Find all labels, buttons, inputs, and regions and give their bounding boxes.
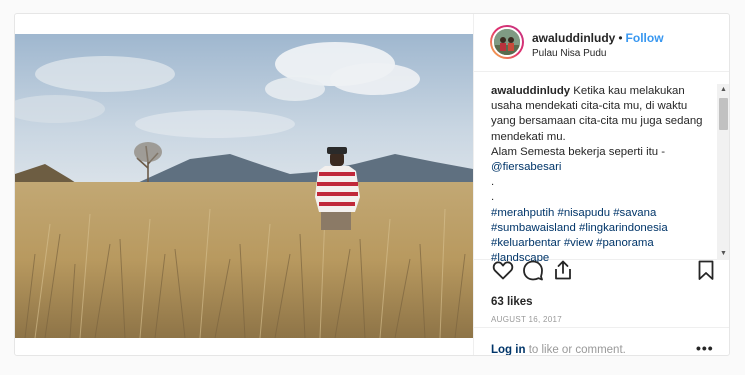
location-link[interactable]: Pulau Nisa Pudu — [532, 48, 607, 59]
post-card: awaluddinludy • Follow Pulau Nisa Pudu awa… — [14, 13, 730, 356]
login-prompt: Log in to like or comment. — [491, 344, 626, 356]
avatar[interactable] — [490, 25, 524, 59]
scrollbar-thumb[interactable] — [719, 98, 728, 130]
more-options-icon[interactable]: ••• — [696, 340, 714, 355]
post-photo[interactable] — [15, 34, 473, 338]
hashtag-line[interactable]: #sumbawaisland #lingkarindonesia — [491, 221, 716, 236]
follow-button[interactable]: Follow — [626, 31, 664, 45]
post-header: awaluddinludy • Follow Pulau Nisa Pudu — [474, 14, 729, 72]
header-user-line: awaluddinludy • Follow — [532, 31, 664, 45]
mention-link[interactable]: @fiersabesari — [491, 160, 716, 175]
likes-count[interactable]: 63 likes — [491, 296, 533, 308]
caption-line: yang bersamaan cita-cita mu juga sedang — [491, 115, 703, 128]
photo-landscape-image — [15, 34, 473, 338]
login-prompt-text: to like or comment. — [525, 344, 626, 356]
caption-line: mendekati mu. — [491, 130, 566, 143]
caption-line-text: Ketika kau melakukan — [573, 85, 685, 97]
post-side-panel: awaluddinludy • Follow Pulau Nisa Pudu awa… — [473, 14, 729, 356]
caption-line: usaha mendekati cita-cita mu, di waktu — [491, 100, 688, 113]
username-link[interactable]: awaluddinludy — [532, 31, 615, 45]
caption-username-link[interactable]: awaluddinludy — [491, 85, 570, 97]
separator-dot: • — [618, 31, 623, 45]
scroll-up-arrow-icon[interactable]: ▲ — [717, 84, 729, 96]
hashtag-line[interactable]: #keluarbentar #view #panorama — [491, 236, 716, 251]
caption-line: . — [491, 176, 495, 189]
hashtag-line[interactable]: #merahputih #nisapudu #savana — [491, 206, 716, 221]
heart-icon[interactable] — [491, 258, 515, 282]
caption-area[interactable]: awaluddinludy Ketika kau melakukan usaha… — [474, 84, 729, 264]
caption-line: . — [491, 191, 495, 204]
action-bar — [474, 258, 729, 288]
caption-text: awaluddinludy Ketika kau melakukan usaha… — [491, 84, 716, 266]
bookmark-icon[interactable] — [694, 258, 718, 282]
post-date: AUGUST 16, 2017 — [491, 315, 563, 324]
caption-line: awaluddinludy Ketika kau melakukan — [491, 84, 716, 99]
share-icon[interactable] — [551, 258, 575, 282]
comment-icon[interactable] — [521, 258, 545, 282]
comment-footer: Log in to like or comment. ••• — [474, 327, 729, 356]
login-link[interactable]: Log in — [491, 344, 526, 355]
avatar-image — [492, 27, 522, 57]
caption-line: Alam Semesta bekerja seperti itu - — [491, 145, 666, 158]
caption-scrollbar[interactable]: ▲ ▼ — [717, 84, 729, 260]
